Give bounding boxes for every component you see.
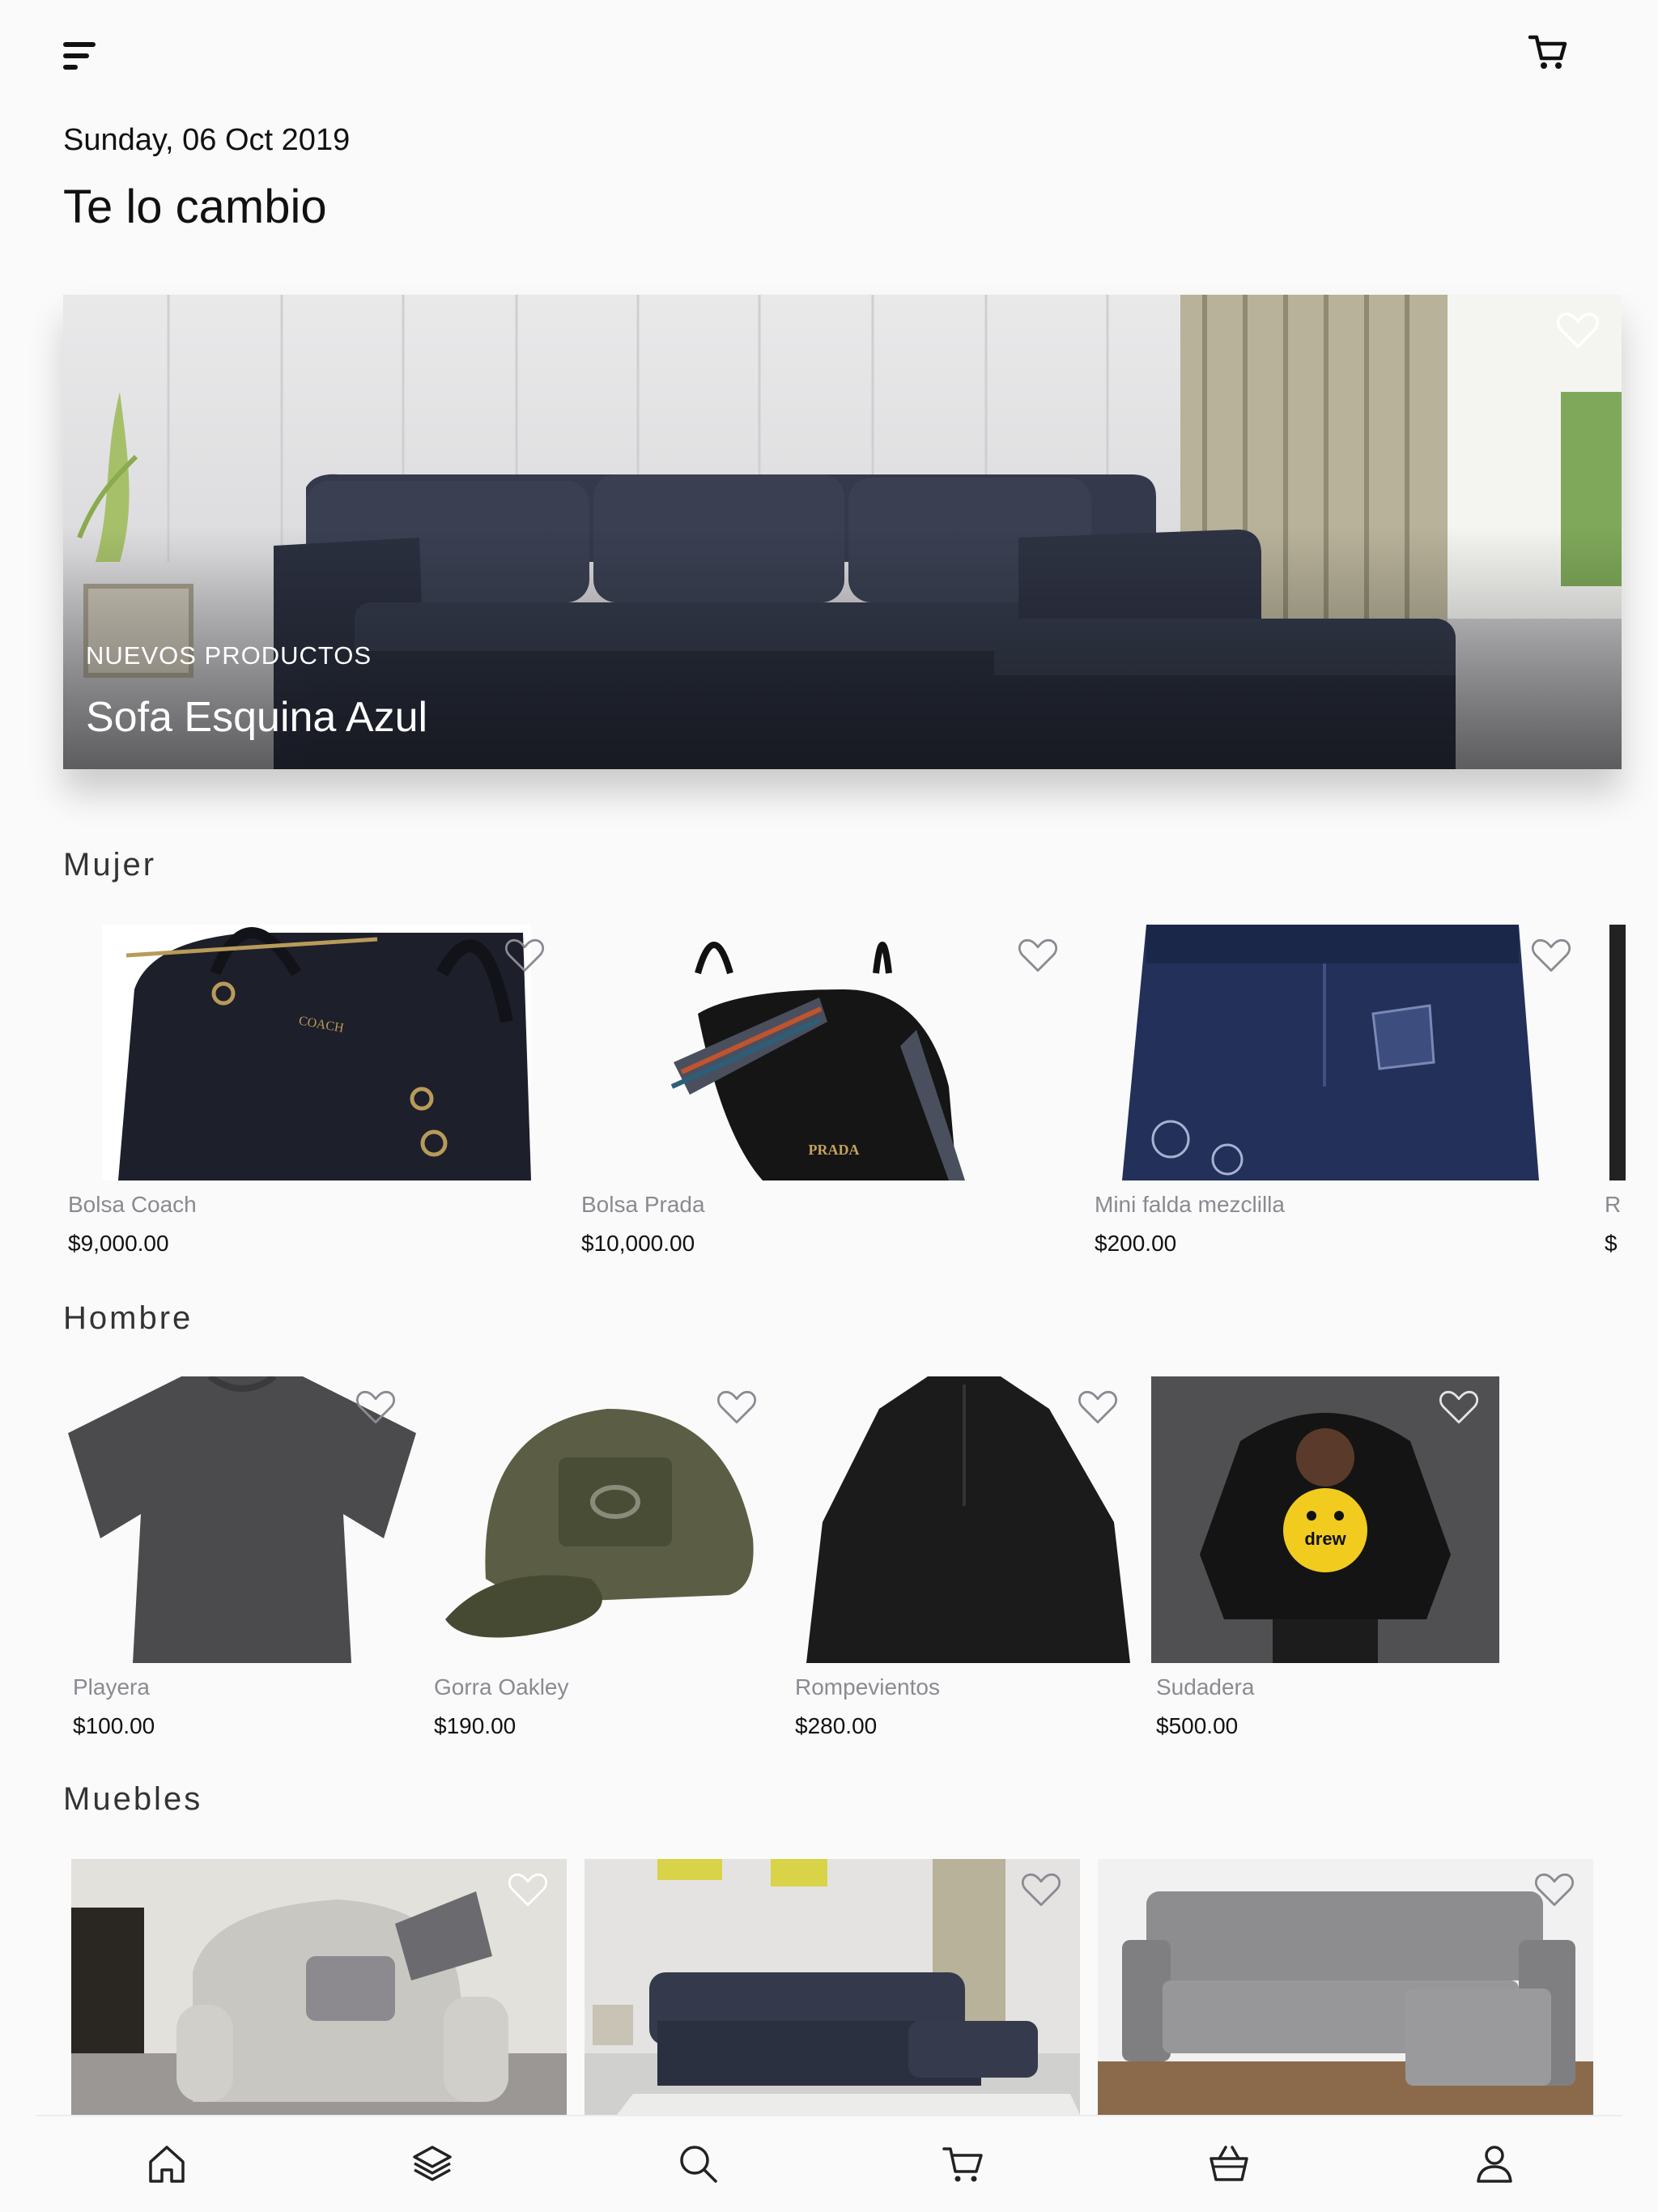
product-image: PRADA xyxy=(670,942,965,1180)
menu-icon-line xyxy=(63,53,89,58)
product-price: $190.00 xyxy=(434,1713,517,1738)
heart-outline-icon[interactable] xyxy=(1015,933,1061,978)
heart-outline-icon[interactable] xyxy=(353,1385,398,1430)
product-price: $100.00 xyxy=(73,1713,155,1738)
heart-outline-icon[interactable] xyxy=(505,1867,551,1912)
product-name: Sudadera xyxy=(1156,1674,1255,1699)
featured-banner[interactable]: NUEVOS PRODUCTOS Sofa Esquina Azul xyxy=(63,295,1622,769)
product-image xyxy=(1122,925,1539,1180)
product-price: $200.00 xyxy=(1095,1231,1177,1256)
product-card[interactable]: COACH Bolsa Coach $9,000.00 xyxy=(63,925,545,1265)
product-price: $280.00 xyxy=(795,1713,878,1738)
user-icon[interactable] xyxy=(1470,2139,1519,2188)
banner-title: Sofa Esquina Azul xyxy=(86,694,428,741)
product-card[interactable]: Mini falda mezclilla $200.00 xyxy=(1090,925,1571,1265)
product-image xyxy=(585,1859,1080,2115)
product-card[interactable]: Playera $100.00 xyxy=(68,1376,416,1746)
drew-logo-text: drew xyxy=(1304,1529,1346,1549)
basket-icon[interactable] xyxy=(1205,2139,1253,2188)
product-name: Rompevientos xyxy=(795,1674,940,1699)
product-name: R xyxy=(1605,1192,1622,1217)
heart-outline-icon[interactable] xyxy=(1075,1385,1120,1430)
product-image xyxy=(1098,1891,1593,2115)
product-card[interactable] xyxy=(71,1859,567,2115)
heart-outline-icon[interactable] xyxy=(1436,1385,1482,1430)
product-price: $10,000.00 xyxy=(581,1231,695,1256)
heart-outline-icon[interactable] xyxy=(1554,306,1602,355)
bottom-navigation xyxy=(36,2115,1622,2212)
menu-icon-line xyxy=(63,65,78,70)
section-title-mujer: Mujer xyxy=(63,847,157,883)
product-image xyxy=(1609,925,1626,1180)
product-card[interactable]: R $ xyxy=(1603,925,1626,1265)
product-card[interactable]: PRADA Bolsa Prada $10,000.00 xyxy=(576,925,1058,1265)
layers-icon[interactable] xyxy=(408,2139,457,2188)
page-title: Te lo cambio xyxy=(63,181,327,233)
product-name: Playera xyxy=(73,1674,150,1699)
product-image: COACH xyxy=(118,927,531,1180)
product-name: Gorra Oakley xyxy=(434,1674,569,1699)
banner-kicker: NUEVOS PRODUCTOS xyxy=(86,641,372,670)
product-card[interactable]: Gorra Oakley $190.00 xyxy=(429,1376,777,1746)
current-date: Sunday, 06 Oct 2019 xyxy=(63,123,351,157)
product-name: Mini falda mezclilla xyxy=(1095,1192,1285,1217)
product-card[interactable] xyxy=(1098,1859,1593,2115)
cart-icon xyxy=(1528,35,1567,69)
product-card[interactable] xyxy=(585,1859,1080,2115)
heart-outline-icon[interactable] xyxy=(714,1385,759,1430)
product-card[interactable]: drew Sudadera $500.00 xyxy=(1151,1376,1499,1746)
search-icon[interactable] xyxy=(674,2139,722,2188)
menu-button[interactable] xyxy=(63,42,99,78)
app-screen: Sunday, 06 Oct 2019 Te lo cambio NUEVOS … xyxy=(0,0,1658,2212)
heart-outline-icon[interactable] xyxy=(1532,1867,1577,1912)
cart-button[interactable] xyxy=(1527,31,1569,73)
heart-outline-icon[interactable] xyxy=(1528,933,1574,978)
product-image xyxy=(71,1859,567,2115)
cart-icon[interactable] xyxy=(939,2139,988,2188)
product-price: $500.00 xyxy=(1156,1713,1239,1738)
section-title-muebles: Muebles xyxy=(63,1781,203,1817)
product-name: Bolsa Coach xyxy=(68,1192,197,1217)
product-card[interactable]: Rompevientos $280.00 xyxy=(790,1376,1138,1746)
product-price: $9,000.00 xyxy=(68,1231,169,1256)
menu-icon xyxy=(63,42,96,47)
product-price: $ xyxy=(1605,1231,1618,1256)
section-title-hombre: Hombre xyxy=(63,1300,193,1336)
heart-outline-icon[interactable] xyxy=(1018,1867,1064,1912)
heart-outline-icon[interactable] xyxy=(502,933,547,978)
home-icon[interactable] xyxy=(142,2139,191,2188)
product-name: Bolsa Prada xyxy=(581,1192,705,1217)
prada-logo-text: PRADA xyxy=(809,1142,860,1158)
